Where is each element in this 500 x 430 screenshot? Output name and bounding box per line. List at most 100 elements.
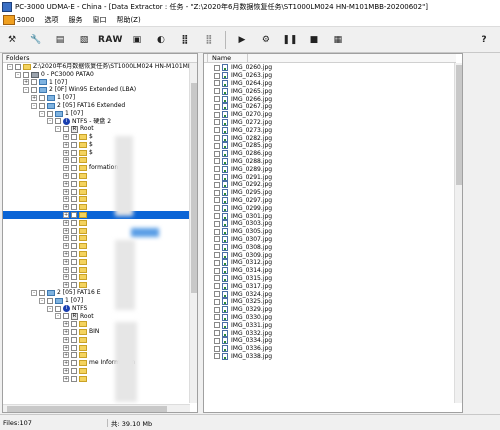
expand-icon[interactable]: + bbox=[63, 266, 69, 273]
tree-node[interactable]: - i NTFS bbox=[3, 305, 190, 313]
file-checkbox[interactable] bbox=[214, 322, 220, 329]
help-icon[interactable]: ? bbox=[474, 30, 494, 50]
tree-node[interactable]: + bbox=[3, 367, 190, 375]
expand-icon[interactable]: + bbox=[63, 243, 69, 250]
tree-node[interactable]: +1 [07] bbox=[3, 79, 190, 87]
tree-node[interactable]: + bbox=[3, 211, 190, 219]
checkbox[interactable] bbox=[71, 204, 77, 211]
tree-node[interactable]: - 2 [05] FAT16 Extended bbox=[3, 102, 190, 110]
folders-vertical-scrollbar[interactable] bbox=[189, 63, 197, 403]
tree-node[interactable]: + bbox=[3, 258, 190, 266]
file-checkbox[interactable] bbox=[214, 228, 220, 235]
tree-node[interactable]: + bbox=[3, 344, 190, 352]
file-row[interactable]: IMG_0291.jpg bbox=[204, 173, 456, 181]
menu-service[interactable]: 服务 bbox=[63, 15, 87, 25]
checkbox[interactable] bbox=[23, 71, 29, 78]
checkbox[interactable] bbox=[71, 165, 77, 172]
file-checkbox[interactable] bbox=[214, 197, 220, 204]
file-checkbox[interactable] bbox=[214, 220, 220, 227]
expand-icon[interactable]: + bbox=[31, 95, 37, 102]
expand-icon[interactable]: + bbox=[63, 235, 69, 242]
menu-window[interactable]: 窗口 bbox=[87, 15, 111, 25]
checkbox[interactable] bbox=[71, 368, 77, 375]
collapse-icon[interactable]: - bbox=[47, 305, 53, 312]
file-checkbox[interactable] bbox=[214, 236, 220, 243]
file-row[interactable]: IMG_0265.jpg bbox=[204, 87, 456, 95]
tree-node[interactable]: + bbox=[3, 320, 190, 328]
file-row[interactable]: IMG_0334.jpg bbox=[204, 337, 456, 345]
file-checkbox[interactable] bbox=[214, 189, 220, 196]
file-row[interactable]: IMG_0332.jpg bbox=[204, 329, 456, 337]
expand-icon[interactable]: + bbox=[63, 165, 69, 172]
file-checkbox[interactable] bbox=[214, 181, 220, 188]
expand-icon[interactable]: + bbox=[63, 219, 69, 226]
tree-node[interactable]: + bbox=[3, 203, 190, 211]
file-checkbox[interactable] bbox=[214, 283, 220, 290]
file-checkbox[interactable] bbox=[214, 267, 220, 274]
file-checkbox[interactable] bbox=[214, 330, 220, 337]
file-checkbox[interactable] bbox=[214, 166, 220, 173]
expand-icon[interactable]: + bbox=[63, 368, 69, 375]
file-checkbox[interactable] bbox=[214, 142, 220, 149]
checkbox[interactable] bbox=[71, 258, 77, 265]
expand-icon[interactable]: + bbox=[63, 258, 69, 265]
tree-node[interactable]: + bbox=[3, 336, 190, 344]
checkbox[interactable] bbox=[55, 118, 61, 125]
file-checkbox[interactable] bbox=[214, 158, 220, 165]
file-checkbox[interactable] bbox=[214, 213, 220, 220]
checkbox[interactable] bbox=[63, 313, 69, 320]
collapse-icon[interactable]: - bbox=[55, 313, 61, 320]
checkbox[interactable] bbox=[71, 243, 77, 250]
file-checkbox[interactable] bbox=[214, 111, 220, 118]
file-checkbox[interactable] bbox=[214, 127, 220, 134]
folder-tree[interactable]: - Z:\2020年6月数据恢复任务\ST1000LM024 HN-M101MBB… bbox=[3, 63, 190, 403]
file-checkbox[interactable] bbox=[214, 174, 220, 181]
file-row[interactable]: IMG_0324.jpg bbox=[204, 290, 456, 298]
tree-node[interactable]: + bbox=[3, 266, 190, 274]
collapse-icon[interactable]: - bbox=[39, 297, 45, 304]
file-checkbox[interactable] bbox=[214, 244, 220, 251]
tree-node[interactable]: + me Information bbox=[3, 359, 190, 367]
expand-icon[interactable]: + bbox=[63, 212, 69, 219]
file-row[interactable]: IMG_0329.jpg bbox=[204, 306, 456, 314]
wrench-icon[interactable]: 🔧 bbox=[26, 30, 46, 50]
file-row[interactable]: IMG_0308.jpg bbox=[204, 243, 456, 251]
file-list[interactable]: IMG_0260.jpg IMG_0263.jpg IMG_0264.jpg IMG_… bbox=[204, 63, 456, 403]
calculator-icon[interactable]: ▦ bbox=[328, 30, 348, 50]
checkbox[interactable] bbox=[71, 173, 77, 180]
expand-icon[interactable]: + bbox=[63, 321, 69, 328]
menu-help[interactable]: 帮助(Z) bbox=[111, 15, 145, 25]
checkbox[interactable] bbox=[71, 344, 77, 351]
tree-node[interactable]: + bbox=[3, 180, 190, 188]
checkbox[interactable] bbox=[15, 63, 21, 70]
file-row[interactable]: IMG_0263.jpg bbox=[204, 72, 456, 80]
file-row[interactable]: IMG_0338.jpg bbox=[204, 352, 456, 361]
file-checkbox[interactable] bbox=[214, 298, 220, 305]
checkbox[interactable] bbox=[71, 134, 77, 141]
file-row[interactable]: IMG_0272.jpg bbox=[204, 118, 456, 127]
tree-node[interactable]: + formation bbox=[3, 164, 190, 172]
checkbox[interactable] bbox=[31, 79, 37, 86]
tree-node[interactable]: - Z:\2020年6月数据恢复任务\ST1000LM024 HN-M101MBB bbox=[3, 63, 190, 71]
file-checkbox[interactable] bbox=[214, 337, 220, 344]
tree-node[interactable]: - R Root bbox=[3, 125, 190, 133]
expand-icon[interactable]: + bbox=[63, 134, 69, 141]
expand-icon[interactable]: + bbox=[63, 352, 69, 359]
file-row[interactable]: IMG_0301.jpg bbox=[204, 212, 456, 220]
files-vertical-scrollbar[interactable] bbox=[454, 63, 462, 403]
raw-button[interactable]: RAW bbox=[98, 30, 123, 50]
checkbox[interactable] bbox=[71, 360, 77, 367]
checkbox[interactable] bbox=[71, 196, 77, 203]
expand-icon[interactable]: + bbox=[63, 204, 69, 211]
checkbox[interactable] bbox=[71, 282, 77, 289]
folders-horizontal-scrollbar[interactable] bbox=[3, 404, 190, 412]
file-row[interactable]: IMG_0299.jpg bbox=[204, 204, 456, 212]
file-row[interactable]: IMG_0330.jpg bbox=[204, 313, 456, 322]
file-row[interactable]: IMG_0295.jpg bbox=[204, 189, 456, 197]
chip-icon[interactable]: ▣ bbox=[127, 30, 147, 50]
file-row[interactable]: IMG_0282.jpg bbox=[204, 134, 456, 142]
file-row[interactable]: IMG_0307.jpg bbox=[204, 235, 456, 244]
collapse-icon[interactable]: - bbox=[39, 110, 45, 117]
expand-icon[interactable]: + bbox=[63, 141, 69, 148]
checkbox[interactable] bbox=[71, 336, 77, 343]
